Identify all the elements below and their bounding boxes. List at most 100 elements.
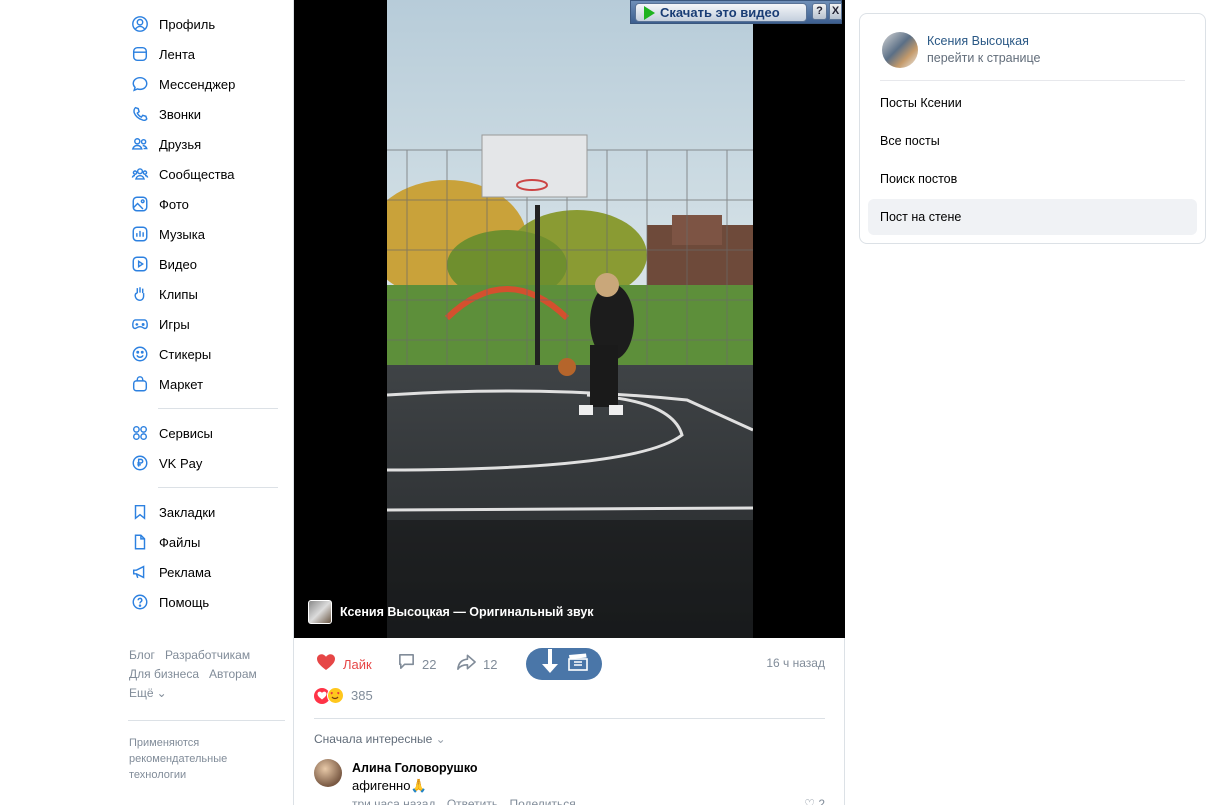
sidebar-item-profile[interactable]: Профиль (128, 9, 288, 39)
sidebar-item-vkpay[interactable]: VK Pay (128, 448, 288, 478)
sidebar-item-label: Игры (159, 316, 190, 332)
sidebar-item-games[interactable]: Игры (128, 309, 288, 339)
sidebar-item-ads[interactable]: Реклама (128, 557, 288, 587)
sidebar-item-photo[interactable]: Фото (128, 189, 288, 219)
comment-like-button[interactable]: ♡ 2 (804, 797, 825, 805)
sidebar-item-label: VK Pay (159, 455, 203, 471)
comment-likes-count: 2 (818, 797, 825, 805)
like-label: Лайк (343, 656, 372, 672)
download-video-button[interactable] (526, 648, 602, 680)
sidebar-divider (158, 408, 278, 409)
sidebar-item-communities[interactable]: Сообщества (128, 159, 288, 189)
card-divider (880, 80, 1185, 81)
close-button[interactable]: X (829, 3, 842, 20)
sidebar-item-label: Клипы (159, 286, 198, 302)
games-icon (130, 314, 150, 334)
sidebar-item-music[interactable]: Музыка (128, 219, 288, 249)
video-overlay-caption[interactable]: Ксения Высоцкая — Оригинальный звук (308, 600, 594, 624)
chevron-down-icon: ⌄ (156, 686, 167, 700)
sidebar-item-news[interactable]: Лента (128, 39, 288, 69)
heart-icon (316, 653, 336, 676)
sidebar-item-services[interactable]: Сервисы (128, 418, 288, 448)
like-button[interactable]: Лайк (316, 648, 372, 680)
stickers-icon (130, 344, 150, 364)
services-icon (130, 423, 150, 443)
comments-count: 22 (422, 656, 437, 672)
footer-link-more[interactable]: Ещё ⌄ (129, 686, 177, 700)
messenger-icon (130, 74, 150, 94)
play-icon (644, 5, 655, 20)
menu-item-user-posts[interactable]: Посты Ксении (868, 85, 1197, 121)
comment-author[interactable]: Алина Головорушко (352, 761, 478, 775)
comment-time[interactable]: три часа назад (352, 797, 435, 805)
sidebar-item-label: Закладки (159, 504, 216, 520)
sidebar-item-friends[interactable]: Друзья (128, 129, 288, 159)
sidebar-item-label: Звонки (159, 106, 201, 122)
sidebar-item-help[interactable]: Помощь (128, 587, 288, 617)
sidebar-item-calls[interactable]: Звонки (128, 99, 288, 129)
heart-eyes-reaction-icon (327, 687, 344, 704)
avatar[interactable] (882, 32, 918, 68)
post-card: Ксения Высоцкая — Оригинальный звук Лайк… (293, 0, 845, 805)
sidebar-item-clips[interactable]: Клипы (128, 279, 288, 309)
menu-item-all-posts[interactable]: Все посты (868, 123, 1197, 159)
share-button[interactable]: 12 (456, 648, 497, 680)
sidebar-item-label: Музыка (159, 226, 205, 242)
share-link[interactable]: Поделиться (509, 797, 575, 805)
author-card: Ксения Высоцкая перейти к странице Посты… (859, 13, 1206, 244)
footer-link-developers[interactable]: Разработчикам (165, 648, 250, 662)
music-icon (130, 224, 150, 244)
download-label: Скачать это видео (660, 5, 780, 20)
file-icon (130, 532, 150, 552)
video-player[interactable]: Ксения Высоцкая — Оригинальный звук (294, 0, 845, 638)
help-button[interactable]: ? (812, 3, 827, 20)
download-video-extension-button[interactable]: Скачать это видео (635, 3, 807, 22)
reactions-summary[interactable]: 385 (314, 687, 373, 704)
sidebar-item-market[interactable]: Маркет (128, 369, 288, 399)
left-sidebar: Профиль Лента Мессенджер Звонки Друзья С… (128, 9, 288, 617)
phone-icon (130, 104, 150, 124)
sidebar-item-label: Стикеры (159, 346, 212, 362)
video-frame (387, 0, 753, 638)
sidebar-item-label: Профиль (159, 16, 216, 32)
heart-icon: ♡ (804, 797, 815, 805)
sidebar-item-label: Реклама (159, 564, 212, 580)
help-icon (130, 592, 150, 612)
reply-link[interactable]: Ответить (447, 797, 498, 805)
bookmark-icon (130, 502, 150, 522)
video-frame-image (387, 0, 753, 638)
comments-sort-dropdown[interactable]: Сначала интересные ⌄ (314, 732, 446, 746)
author-menu: Посты Ксении Все посты Поиск постов Пост… (868, 85, 1197, 237)
comments-divider (314, 718, 825, 719)
sidebar-item-files[interactable]: Файлы (128, 527, 288, 557)
footer-link-business[interactable]: Для бизнеса (129, 667, 199, 681)
footer-link-authors[interactable]: Авторам (209, 667, 257, 681)
reactions-count: 385 (351, 688, 373, 703)
comment-text: афигенно🙏 (352, 778, 427, 793)
sidebar-item-video[interactable]: Видео (128, 249, 288, 279)
menu-item-wall-post[interactable]: Пост на стене (868, 199, 1197, 235)
footer-link-blog[interactable]: Блог (129, 648, 155, 662)
author-name[interactable]: Ксения Высоцкая (927, 34, 1029, 48)
communities-icon (130, 164, 150, 184)
go-to-page-link[interactable]: перейти к странице (927, 51, 1040, 65)
video-title: Ксения Высоцкая — Оригинальный звук (340, 605, 594, 619)
post-timestamp[interactable]: 16 ч назад (766, 656, 825, 670)
vkpay-icon (130, 453, 150, 473)
recommendation-note[interactable]: Применяются рекомендательные технологии (129, 735, 259, 783)
clapperboard-icon (568, 653, 588, 676)
comment-icon (397, 652, 416, 676)
sidebar-item-bookmarks[interactable]: Закладки (128, 497, 288, 527)
sidebar-item-label: Маркет (159, 376, 204, 392)
sidebar-item-stickers[interactable]: Стикеры (128, 339, 288, 369)
menu-item-search-posts[interactable]: Поиск постов (868, 161, 1197, 197)
sidebar-item-label: Сервисы (159, 425, 213, 441)
sidebar-item-messenger[interactable]: Мессенджер (128, 69, 288, 99)
avatar[interactable] (314, 759, 342, 787)
profile-icon (130, 14, 150, 34)
sidebar-item-label: Друзья (159, 136, 202, 152)
photo-icon (130, 194, 150, 214)
comments-button[interactable]: 22 (397, 648, 436, 680)
sidebar-divider (158, 487, 278, 488)
sidebar-item-label: Сообщества (159, 166, 235, 182)
